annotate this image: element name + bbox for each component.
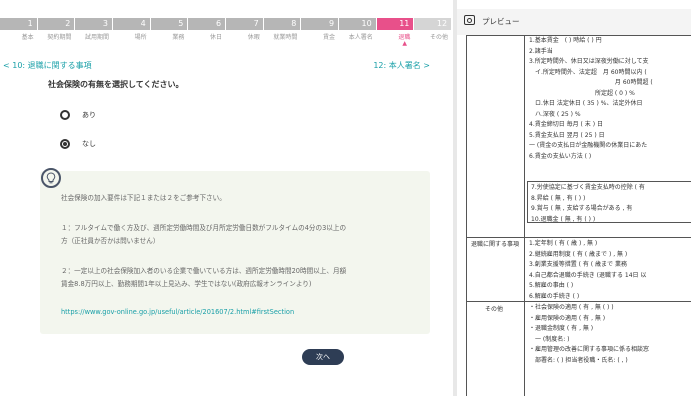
current-step-marker: ▲ [402,40,407,47]
step-number: 5 [178,19,184,28]
retire-line: 5.解雇の事由 ( ) [529,282,574,289]
prev-step-link[interactable]: < 10: 退職に関する事項 [3,60,92,71]
step-number: 3 [102,19,109,28]
table-rule [467,237,691,238]
lightbulb-icon [41,168,61,188]
step-label: 本人署名 [348,34,373,41]
preview-panel: プレビュー 退職に関する事項 その他 1.基本賃金 ( ) 時給 ( ) 円 2.… [457,0,691,396]
step-bar: 1 2 3 4 5 6 7 8 9 10 11 12 [0,18,452,30]
step-segment[interactable]: 8 [263,18,301,30]
hint-req2-line2: 賃金8.8万円以上、勤務期間1年以上見込み、学生ではない(政府広報オンラインより… [61,280,312,288]
step-segment[interactable]: 9 [301,18,339,30]
hint-req1-line2: 方（正社員か否かは問いません） [61,237,160,245]
other-section-label: その他 [485,306,504,313]
retire-line: 1.定年制 ( 有 ( 歳 ) , 無 ) [529,240,598,247]
preview-header: プレビュー [457,9,691,35]
radio-button[interactable] [60,110,70,120]
step-number: 6 [215,19,222,28]
preview-icon [464,15,475,25]
step-segment[interactable]: 10 [339,18,376,30]
preview-title: プレビュー [482,17,520,26]
hint-req1-line1: １：フルタイムで働く方及び、週所定労働時間及び月所定労働日数がフルタイムの4分の… [61,224,347,232]
option-nashi[interactable]: なし [60,137,96,151]
radio-button[interactable] [60,139,70,149]
step-label: 契約期間 [47,34,72,41]
step-number: 4 [140,19,146,28]
retire-line: 6.解雇の手続き ( ) [529,292,580,300]
step-segment[interactable]: 3 [75,18,113,30]
preview-line: 6.賃金の支払い方法 ( ) [529,152,592,160]
option-label: なし [82,140,96,148]
step-label: 試用期間 [85,34,110,41]
other-line: 一 (制度名: ) [529,335,570,343]
step-label: その他 [430,34,449,41]
hint-req2-line1: ２：一定以上の社会保険加入者のいる企業で働いている方は、週所定労働時間20時間以… [61,267,347,275]
form-panel: 1 2 3 4 5 6 7 8 9 10 11 12 基本 契約期間 試用期間 場所 業務 休日 休暇 就業時間 賃金… [0,0,452,396]
step-label: 場所 [134,34,147,41]
preview-line: 1.基本賃金 ( ) 時給 ( ) 円 [529,37,602,44]
step-number: 7 [253,19,259,28]
step-segment[interactable]: 5 [150,18,188,30]
hint-intro: 社会保険の加入要件は下記１または２をご参考下さい。 [61,194,226,202]
step-label: 休日 [210,34,223,41]
step-label: 退職 [398,34,411,41]
preview-line: 2.諸手当 [529,47,553,55]
step-number: 12 [436,19,448,28]
other-line: ・退職金制度 ( 有 , 無 ) [529,325,594,332]
other-line: ・雇用保険の適用 ( 有 , 無 ) [529,314,606,322]
preview-box-line: 10.退職金 ( 無 , 有 ( ) ) [531,215,596,223]
preview-box-line: 8.昇給 ( 無 , 有 ( ) ) [531,194,586,202]
preview-line: イ.所定時間外、法定超 月 60時間以内 ( [529,68,647,76]
step-label: 休暇 [247,34,260,41]
other-line: 部署名: ( ) 担当者役職・氏名: ( , ) [529,356,628,364]
question-text: 社会保険の有無を選択してください。 [48,80,184,89]
retire-line: 3.創業支援等措置 ( 有 ( 歳まで 業務 [529,261,627,268]
step-segment[interactable]: 7 [226,18,263,30]
step-number: 9 [328,19,335,28]
step-progress: 1 2 3 4 5 6 7 8 9 10 11 12 基本 契約期間 試用期間 場所 業務 休日 休暇 就業時間 賃金… [0,18,452,47]
contract-preview-document: 退職に関する事項 その他 1.基本賃金 ( ) 時給 ( ) 円 2.諸手当 3.所… [466,35,691,396]
preview-line: 4.賃金締切日 毎月 ( 末 ) 日 [529,121,603,128]
preview-line: ロ.休日 法定休日 ( 35 ) %、法定外休日 [529,100,643,107]
preview-box-line: 9.賞与 ( 無 , 支給する場合がある , 有 [531,205,633,212]
step-segment[interactable]: 11 [376,18,414,30]
step-segment[interactable]: 12 [414,18,452,30]
retire-section-label: 退職に関する事項 [471,241,520,248]
preview-line: 3.所定時間外、休日又は深夜労働に対して支 [529,58,649,65]
preview-line: 所定超 ( 0 ) % [529,89,635,97]
next-step-link[interactable]: 12: 本人署名 > [373,60,430,71]
option-ari[interactable]: あり [60,108,96,122]
step-number: 11 [399,19,410,28]
preview-box-line: 7.労使協定に基づく賃金支払時の控除 ( 有 [531,184,645,191]
next-button[interactable]: 次へ [302,349,344,365]
step-segment[interactable]: 4 [113,18,150,30]
preview-line: 一 (賃金の支払日が金融機関の休業日にあた [529,142,648,149]
retire-line: 2.継続雇用制度 ( 有 ( 歳まで ) , 無 ) [529,250,628,258]
step-number: 2 [65,19,71,28]
preview-line: 5.賃金支払日 翌月 ( 25 ) 日 [529,131,605,139]
other-line: ・社会保険の適用 ( 有 , 無 ( ) ) [529,304,614,311]
step-number: 1 [27,19,33,28]
step-label: 基本 [21,34,34,41]
step-label: 業務 [172,34,185,41]
step-segment[interactable]: 2 [37,18,75,30]
other-line: ・雇用管理の改善に関する事項に係る相談窓 [529,346,650,353]
step-label: 賃金 [323,34,336,41]
step-number: 10 [361,19,372,28]
option-label: あり [82,111,96,119]
table-divider [524,35,525,396]
step-segment[interactable]: 1 [0,18,37,30]
gov-online-link[interactable]: https://www.gov-online.go.jp/useful/arti… [61,308,294,316]
preview-line: 月 60時間超 ( [529,79,653,86]
retire-line: 4.自己都合退職の手続き (退職する 14日 以 [529,271,647,279]
step-segment[interactable]: 6 [188,18,226,30]
step-number: 8 [291,19,297,28]
step-nav: < 10: 退職に関する事項 12: 本人署名 > [0,60,452,72]
step-label: 就業時間 [273,34,298,41]
preview-line: ハ.深夜 ( 25 ) % [529,110,581,118]
step-labels: 基本 契約期間 試用期間 場所 業務 休日 休暇 就業時間 賃金 本人署名 退職 その他 [0,32,452,41]
